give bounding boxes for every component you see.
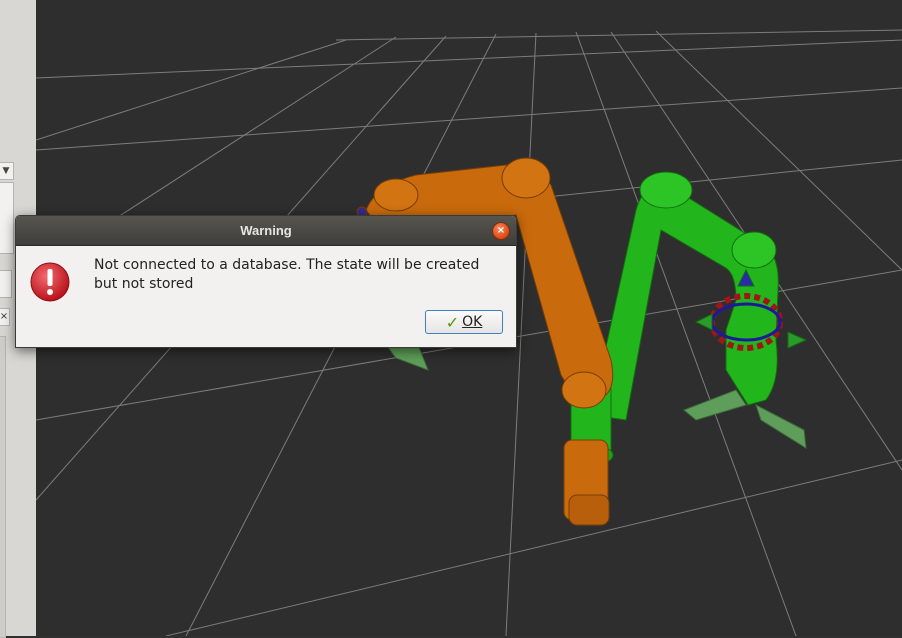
dialog-message: Not connected to a database. The state w… xyxy=(94,257,480,292)
dialog-titlebar[interactable]: Warning × xyxy=(16,216,516,246)
panel-list xyxy=(0,336,6,638)
checkmark-icon: ✓ xyxy=(445,312,460,332)
panel-button[interactable] xyxy=(0,270,12,298)
close-icon: × xyxy=(0,311,9,322)
ok-button[interactable]: ✓ OK xyxy=(425,310,503,334)
panel-field[interactable] xyxy=(0,182,14,254)
dialog-close-button[interactable]: × xyxy=(492,222,510,240)
warning-dialog: Warning × Not connected to a database. T… xyxy=(15,215,517,348)
panel-close-button[interactable]: × xyxy=(0,308,10,326)
panel-dropdown[interactable]: ▼ xyxy=(0,162,14,180)
close-icon: × xyxy=(496,225,506,236)
dialog-title: Warning xyxy=(240,223,292,238)
chevron-down-icon: ▼ xyxy=(2,166,10,176)
ok-button-label: OK xyxy=(462,314,483,330)
error-icon xyxy=(30,262,70,302)
goal-arm xyxy=(568,171,808,466)
